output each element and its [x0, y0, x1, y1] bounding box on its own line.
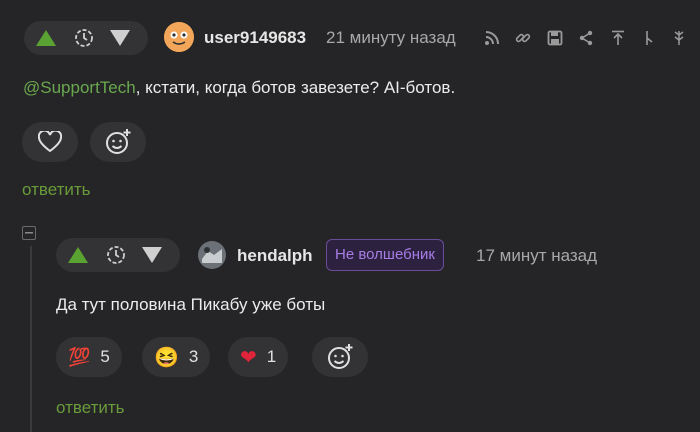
link-icon[interactable]: [514, 29, 532, 47]
avatar[interactable]: [198, 241, 226, 269]
red-heart-icon: ❤: [240, 346, 257, 369]
reaction-100[interactable]: 💯 5: [56, 337, 122, 377]
downvote-arrow-icon[interactable]: [108, 27, 132, 49]
add-emoji-icon: [328, 344, 353, 369]
add-reaction-button[interactable]: [312, 337, 368, 377]
timestamp[interactable]: 17 минут назад: [476, 246, 597, 266]
reply-link[interactable]: ответить: [22, 180, 91, 200]
reaction-heart[interactable]: ❤ 1: [228, 337, 289, 377]
thread-line[interactable]: [30, 246, 32, 432]
comment-text: Да тут половина Пикабу уже боты: [56, 295, 326, 314]
vote-pill-reply: [56, 238, 180, 272]
clock-icon[interactable]: [72, 27, 96, 49]
username[interactable]: user9149683: [204, 28, 306, 48]
upvote-arrow-icon[interactable]: [34, 27, 58, 49]
hundred-points-icon: 💯: [68, 346, 91, 367]
add-reaction-button[interactable]: [90, 122, 146, 162]
reply-link[interactable]: ответить: [56, 398, 125, 418]
clock-icon[interactable]: [104, 244, 128, 266]
comment-text-rest: , кстати, когда ботов завезете? AI-ботов…: [135, 78, 456, 97]
upvote-arrow-icon[interactable]: [66, 244, 90, 266]
collapse-thread-button[interactable]: [22, 226, 36, 240]
vote-pill: [24, 21, 148, 55]
share-icon[interactable]: [577, 29, 595, 47]
mention-link[interactable]: @SupportTech: [23, 78, 136, 97]
reaction-count: 1: [266, 347, 277, 366]
heart-icon: [38, 131, 62, 153]
downvote-arrow-icon[interactable]: [140, 244, 164, 266]
save-icon[interactable]: [546, 29, 564, 47]
timestamp[interactable]: 21 минуту назад: [326, 28, 456, 48]
reaction-laughing[interactable]: 😆 3: [142, 337, 211, 377]
like-button[interactable]: [22, 122, 78, 162]
rss-icon[interactable]: [483, 29, 501, 47]
reaction-count: 3: [188, 347, 199, 366]
add-emoji-icon: [106, 129, 131, 154]
more-icon[interactable]: [670, 29, 688, 47]
username[interactable]: hendalph: [237, 246, 313, 266]
scroll-up-icon[interactable]: [609, 29, 627, 47]
user-badge: Не волшебник: [326, 239, 444, 271]
reaction-count: 5: [100, 347, 110, 366]
branch-icon[interactable]: [640, 29, 658, 47]
laughing-face-icon: 😆: [154, 346, 179, 369]
avatar[interactable]: [164, 22, 194, 52]
comment-text: @SupportTech, кстати, когда ботов завезе…: [23, 78, 455, 98]
